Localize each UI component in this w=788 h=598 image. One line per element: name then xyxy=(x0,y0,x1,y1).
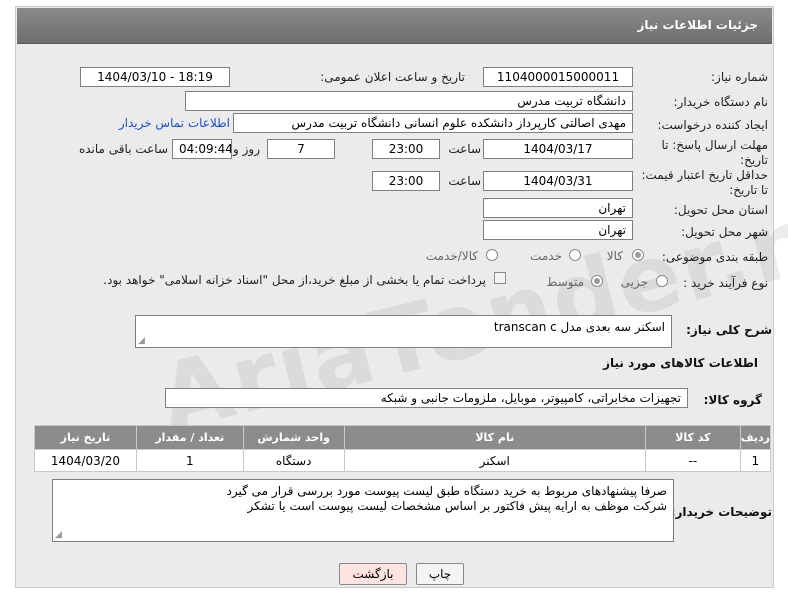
col-unit: واحد شمارش xyxy=(242,425,345,450)
buyer-org-field: دانشگاه تربیت مدرس xyxy=(185,91,633,111)
cell-need-date: 1404/03/20 xyxy=(34,449,137,472)
buyer-notes-textarea[interactable]: صرفا پیشنهادهای مربوط به خرید دستگاه طبق… xyxy=(52,479,674,542)
panel-header: جزئیات اطلاعات نیاز xyxy=(17,8,772,44)
process-medium-label: متوسط xyxy=(546,275,584,289)
goods-table: تاریخ نیاز تعداد / مقدار واحد شمارش نام … xyxy=(34,425,772,472)
treasury-payment-note: پرداخت تمام یا بخشی از مبلغ خرید،از محل … xyxy=(103,273,486,287)
table-row: 1404/03/20 1 دستگاه اسکنر -- 1 xyxy=(34,449,772,472)
buyer-notes-line-1: صرفا پیشنهادهای مربوط به خرید دستگاه طبق… xyxy=(226,484,667,498)
price-validity-label: حداقل تاریخ اعتبار قیمت: تا تاریخ: xyxy=(641,168,768,197)
announce-datetime-label: تاریخ و ساعت اعلان عمومی: xyxy=(320,70,465,84)
col-goods-name: نام کالا xyxy=(343,425,646,450)
cell-unit: دستگاه xyxy=(242,449,345,472)
process-type-label: نوع فرآیند خرید : xyxy=(683,276,768,290)
treasury-payment-checkbox[interactable] xyxy=(494,272,506,284)
category-goods-service-radio[interactable] xyxy=(486,249,498,261)
category-goods-radio[interactable] xyxy=(632,249,644,261)
cell-goods-name: اسکنر xyxy=(343,449,646,472)
need-number-field: 1104000015000011 xyxy=(483,67,633,87)
print-button[interactable]: چاپ xyxy=(416,563,464,585)
col-need-date: تاریخ نیاز xyxy=(34,425,137,450)
resize-grip-icon[interactable]: ◢ xyxy=(138,336,145,346)
delivery-city-field: تهران xyxy=(483,220,633,240)
col-quantity: تعداد / مقدار xyxy=(135,425,244,450)
category-label: طبقه بندی موضوعی: xyxy=(661,250,768,264)
buyer-org-label: نام دستگاه خریدار: xyxy=(673,95,769,109)
buyer-notes-label: توضیحات خریدار: xyxy=(670,505,772,519)
col-row-number: ردیف xyxy=(739,425,772,450)
reply-date-field: 1404/03/17 xyxy=(483,139,633,159)
delivery-province-field: تهران xyxy=(483,198,633,218)
price-date-field: 1404/03/31 xyxy=(483,171,633,191)
category-service-label: خدمت xyxy=(530,249,562,263)
delivery-city-label: شهر محل تحویل: xyxy=(681,225,768,239)
goods-table-header-row: تاریخ نیاز تعداد / مقدار واحد شمارش نام … xyxy=(34,425,772,450)
general-desc-textarea[interactable]: اسکنر سه بعدی مدل transcan c ◢ xyxy=(135,315,672,348)
general-desc-label: شرح کلی نیاز: xyxy=(686,323,772,337)
need-number-label: شماره نیاز: xyxy=(711,70,768,84)
category-goods-label: کالا xyxy=(606,249,623,263)
process-medium-radio[interactable] xyxy=(591,275,603,287)
days-remaining-field: 7 xyxy=(267,139,335,159)
time-remaining-field: 04:09:44 xyxy=(172,139,232,159)
buyer-contact-link[interactable]: اطلاعات تماس خریدار xyxy=(119,116,230,130)
cell-row-number: 1 xyxy=(739,449,772,472)
delivery-province-label: استان محل تحویل: xyxy=(673,203,768,217)
cell-goods-code: -- xyxy=(644,449,741,472)
reply-time-label: ساعت xyxy=(448,142,481,156)
goods-info-heading: اطلاعات کالاهای مورد نیاز xyxy=(603,356,758,370)
requester-label: ایجاد کننده درخواست: xyxy=(657,118,768,132)
process-partial-radio[interactable] xyxy=(656,275,668,287)
general-desc-text: اسکنر سه بعدی مدل transcan c xyxy=(493,320,665,334)
cell-quantity: 1 xyxy=(135,449,244,472)
price-time-label: ساعت xyxy=(448,174,481,188)
back-button[interactable]: بازگشت xyxy=(339,563,407,585)
col-goods-code: کد کالا xyxy=(644,425,741,450)
day-and-label: روز و xyxy=(233,142,260,156)
time-remaining-label: ساعت باقی مانده xyxy=(78,142,168,156)
announce-datetime-field: 1404/03/10 - 18:19 xyxy=(80,67,230,87)
requester-field: مهدی اصالتی کارپرداز دانشکده علوم انسانی… xyxy=(233,113,633,133)
page-title: جزئیات اطلاعات نیاز xyxy=(637,18,758,32)
goods-group-label: گروه کالا: xyxy=(703,393,762,407)
buyer-notes-line-2: شرکت موظف به ارایه پیش فاکتور بر اساس مش… xyxy=(247,499,667,513)
process-partial-label: جزیی xyxy=(620,275,648,289)
category-service-radio[interactable] xyxy=(569,249,581,261)
resize-grip-icon[interactable]: ◢ xyxy=(55,530,62,540)
goods-group-field: تجهیزات مخابراتی، کامپیوتر، موبایل، ملزو… xyxy=(165,388,688,408)
reply-deadline-label: مهلت ارسال پاسخ: تا تاریخ: xyxy=(661,138,768,167)
reply-time-field: 23:00 xyxy=(372,139,440,159)
price-time-field: 23:00 xyxy=(372,171,440,191)
category-goods-service-label: کالا/خدمت xyxy=(425,249,478,263)
